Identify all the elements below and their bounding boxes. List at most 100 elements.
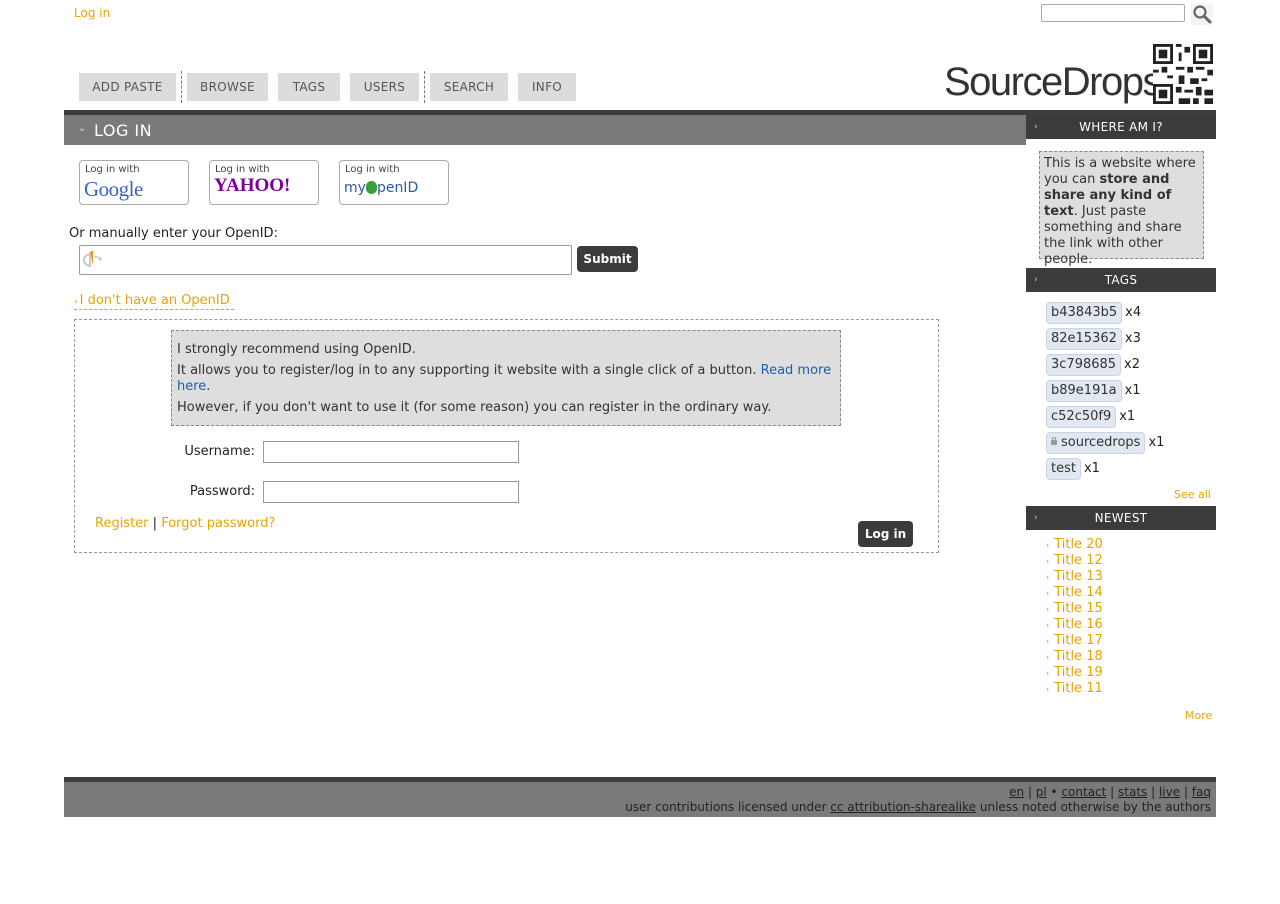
login-button[interactable]: Log in (858, 521, 913, 547)
link-separator: | (152, 516, 158, 531)
tag-count: x1 (1083, 461, 1100, 476)
tag-item: sourcedrops x1 (1046, 432, 1165, 454)
newest-item: › Title 14 (1046, 585, 1103, 602)
info-line-2: It allows you to register/log in to any … (177, 363, 832, 394)
chevron-right-icon: › (1046, 557, 1050, 566)
forgot-password-link[interactable]: Forgot password? (161, 516, 275, 531)
tag-pill[interactable]: b89e191a (1046, 380, 1122, 402)
newest-link[interactable]: Title 18 (1054, 649, 1103, 664)
tag-pill[interactable]: b43843b5 (1046, 302, 1123, 324)
chevron-right-icon: › (1046, 541, 1050, 550)
tag-count: x1 (1119, 409, 1136, 424)
newest-link[interactable]: Title 14 (1054, 585, 1103, 600)
top-login-link[interactable]: Log in (74, 6, 110, 20)
page-title: LOG IN (94, 121, 153, 140)
myopenid-logo: my penID (344, 180, 419, 196)
tag-count: x3 (1124, 331, 1141, 346)
openid-info-box: I strongly recommend using OpenID. It al… (171, 330, 841, 426)
chevron-right-icon: › (1046, 589, 1050, 598)
tag-item: c52c50f9 x1 (1046, 406, 1136, 428)
password-input[interactable] (263, 481, 519, 503)
newest-link[interactable]: Title 19 (1054, 665, 1103, 680)
login-with-label: Log in with (345, 164, 400, 175)
openid-input[interactable] (79, 245, 572, 275)
tags-header: › TAGS (1026, 268, 1216, 292)
myopenid-login-button[interactable]: Log in with my penID (339, 160, 449, 205)
newest-item: › Title 15 (1046, 601, 1103, 618)
newest-header: › NEWEST (1026, 506, 1216, 530)
newest-link[interactable]: Title 13 (1054, 569, 1103, 584)
google-login-button[interactable]: Log in with Google (79, 160, 189, 205)
nav-search[interactable]: SEARCH (430, 73, 508, 101)
contact-link[interactable]: contact (1061, 785, 1106, 799)
newest-link[interactable]: Title 11 (1054, 681, 1103, 696)
tag-item: b89e191a x1 (1046, 380, 1141, 402)
newest-link[interactable]: Title 15 (1054, 601, 1103, 616)
tag-count: x4 (1125, 305, 1142, 320)
openid-icon (82, 250, 103, 268)
section-header: ⌄ LOG IN (64, 115, 1026, 145)
newest-item: › Title 16 (1046, 617, 1103, 634)
newest-item: › Title 19 (1046, 665, 1103, 682)
login-with-label: Log in with (215, 164, 270, 175)
tag-pill[interactable]: 3c798685 (1046, 354, 1122, 376)
license-text: user contributions licensed under cc att… (625, 800, 1211, 814)
tag-item: b43843b5 x4 (1046, 302, 1142, 324)
search-icon[interactable] (1191, 3, 1213, 25)
lang-en-link[interactable]: en (1009, 785, 1024, 799)
tag-item: 82e15362 x3 (1046, 328, 1141, 350)
username-label: Username: (184, 444, 255, 459)
tag-pill[interactable]: test (1046, 458, 1081, 480)
logo-text[interactable]: SourceDrops (944, 58, 1162, 106)
where-am-i-header: › WHERE AM I? (1026, 115, 1216, 139)
newest-link[interactable]: Title 16 (1054, 617, 1103, 632)
qr-code-icon (1153, 44, 1213, 104)
yahoo-login-button[interactable]: Log in with YAHOO! (209, 160, 319, 205)
faq-link[interactable]: faq (1192, 785, 1211, 799)
footer-links: en | pl • contact | stats | live | faq (1009, 785, 1211, 799)
newest-link[interactable]: Title 12 (1054, 553, 1103, 568)
register-links: Register | Forgot password? (95, 516, 275, 531)
newest-link[interactable]: Title 17 (1054, 633, 1103, 648)
newest-item: › Title 20 (1046, 537, 1103, 554)
live-link[interactable]: live (1159, 785, 1180, 799)
lang-pl-link[interactable]: pl (1036, 785, 1047, 799)
chevron-right-icon: › (1046, 605, 1050, 614)
stats-link[interactable]: stats (1118, 785, 1147, 799)
see-all-tags-link[interactable]: See all (1174, 488, 1211, 501)
nav-separator (181, 71, 182, 103)
no-openid-toggle[interactable]: › I don't have an OpenID (74, 293, 234, 310)
chevron-right-icon: › (1046, 621, 1050, 630)
read-more-link-here[interactable]: here (177, 379, 206, 394)
tag-count: x1 (1148, 435, 1165, 450)
openid-submit-button[interactable]: Submit (577, 246, 638, 272)
tag-pill[interactable]: 82e15362 (1046, 328, 1122, 350)
lock-icon (1051, 437, 1057, 445)
newest-link[interactable]: Title 20 (1054, 537, 1103, 552)
nav-users[interactable]: USERS (350, 73, 419, 101)
tag-count: x2 (1124, 357, 1141, 372)
more-newest-link[interactable]: More (1185, 709, 1212, 722)
nav-tags[interactable]: TAGS (278, 73, 340, 101)
tag-pill[interactable]: c52c50f9 (1046, 406, 1117, 428)
newest-item: › Title 17 (1046, 633, 1103, 650)
newest-item: › Title 12 (1046, 553, 1103, 570)
search-input[interactable] (1041, 4, 1185, 22)
nav-add-paste[interactable]: ADD PASTE (79, 73, 176, 101)
where-am-i-text: This is a website where you can store an… (1039, 151, 1204, 267)
tag-pill[interactable]: sourcedrops (1046, 432, 1146, 454)
chevron-down-icon: ⌄ (78, 123, 87, 134)
nav-separator (424, 71, 425, 103)
read-more-link[interactable]: Read more (761, 363, 831, 378)
license-link[interactable]: cc attribution-sharealike (830, 800, 976, 814)
nav-info[interactable]: INFO (518, 73, 576, 101)
newest-item: › Title 11 (1046, 681, 1103, 698)
openid-label: Or manually enter your OpenID: (69, 226, 278, 241)
register-link[interactable]: Register (95, 516, 149, 531)
yahoo-logo: YAHOO! (214, 175, 291, 196)
chevron-right-icon: › (1046, 653, 1050, 662)
nav-browse[interactable]: BROWSE (187, 73, 268, 101)
tag-count: x1 (1124, 383, 1141, 398)
tag-item: test x1 (1046, 458, 1100, 480)
username-input[interactable] (263, 441, 519, 463)
